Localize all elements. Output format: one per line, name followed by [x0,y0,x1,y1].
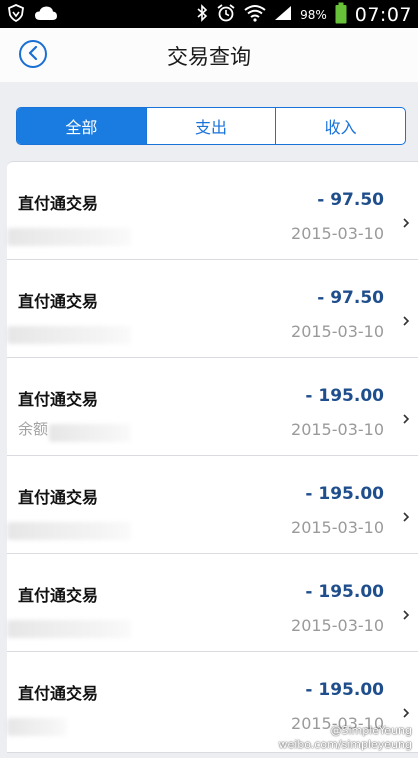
watermark: @SimpleYeung weibo.com/simpleyeung [278,724,412,752]
tab-all[interactable]: 全部 [17,108,146,144]
obscured-detail [7,522,131,540]
obscured-detail [49,424,131,442]
chevron-right-icon [402,508,410,522]
transaction-row[interactable]: 直付通交易 - 195.00 2015-03-10 [7,456,418,554]
watermark-handle: @SimpleYeung [330,724,412,737]
transaction-title: 直付通交易 [18,488,99,507]
obscured-detail [7,326,131,344]
chevron-right-icon [402,606,410,620]
chevron-right-icon [402,214,410,228]
transaction-title: 直付通交易 [18,194,99,213]
chevron-right-icon [402,312,410,326]
shield-notification-icon [8,4,24,26]
alarm-clock-icon [216,3,236,27]
chevron-right-icon [402,704,410,718]
transaction-amount: - 195.00 [305,680,384,700]
transaction-date: 2015-03-10 [291,616,384,635]
battery-percent: 98% [300,8,327,22]
transaction-row[interactable]: 直付通交易 - 97.50 2015-03-10 [7,162,418,260]
obscured-detail [7,718,67,736]
transaction-amount: - 97.50 [317,288,384,308]
transaction-row[interactable]: 直付通交易 - 195.00 2015-03-10 [7,554,418,652]
transaction-row[interactable]: 直付通交易 - 195.00 余额 2015-03-10 [7,358,418,456]
cloud-icon [34,5,58,25]
watermark-url: weibo.com/simpleyeung [278,738,412,751]
transaction-title: 直付通交易 [18,684,99,703]
transaction-amount: - 195.00 [305,484,384,504]
signal-icon [274,5,292,25]
tab-income[interactable]: 收入 [275,108,405,144]
bluetooth-icon [196,4,208,26]
transaction-source: 余额 [18,420,49,438]
filter-tabs: 全部 支出 收入 [16,107,406,145]
transaction-date: 2015-03-10 [291,224,384,243]
transaction-title: 直付通交易 [18,586,99,605]
transaction-amount: - 195.00 [305,582,384,602]
obscured-detail [7,620,131,638]
transaction-amount: - 97.50 [317,190,384,210]
page-title: 交易查询 [167,45,251,69]
chevron-right-icon [402,410,410,424]
transaction-title: 直付通交易 [18,390,99,409]
clock-time: 07:07 [354,4,412,26]
wifi-icon [244,4,266,26]
battery-icon [335,2,347,28]
tab-expense[interactable]: 支出 [145,108,276,144]
transaction-row[interactable]: 直付通交易 - 97.50 2015-03-10 [7,260,418,358]
title-bar: 交易查询 [0,28,418,82]
transaction-date: 2015-03-10 [291,420,384,439]
transaction-amount: - 195.00 [305,386,384,406]
status-bar: 98% 07:07 [0,0,418,28]
transaction-list: 直付通交易 - 97.50 2015-03-10 直付通交易 - 97.50 2… [7,161,418,753]
transaction-date: 2015-03-10 [291,518,384,537]
transaction-date: 2015-03-10 [291,322,384,341]
transaction-title: 直付通交易 [18,292,99,311]
obscured-detail [7,228,131,246]
